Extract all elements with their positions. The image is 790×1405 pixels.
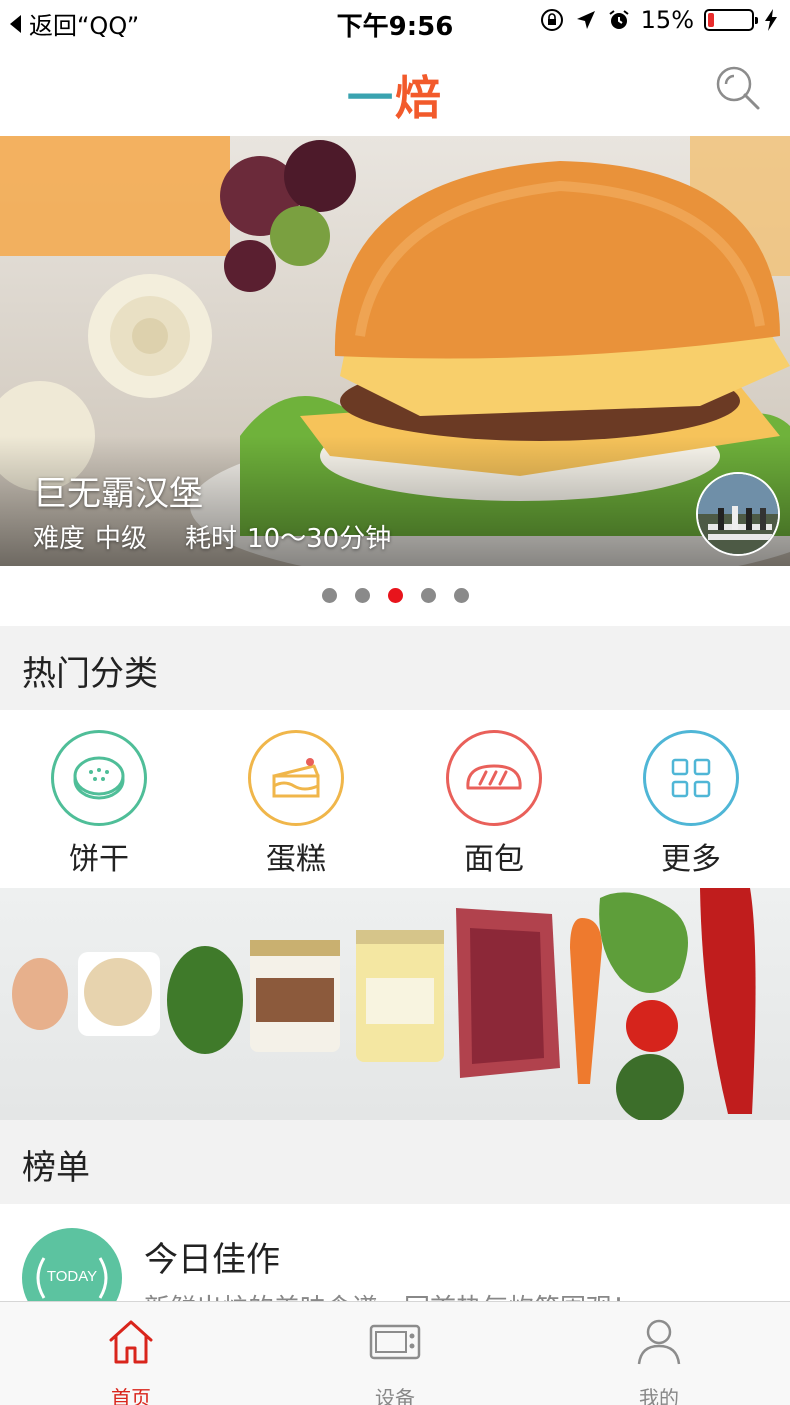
category-grid: 饼干 蛋糕 面包 更多 [0, 710, 790, 888]
category-label: 蛋糕 [266, 842, 326, 877]
category-label: 更多 [661, 842, 721, 877]
ranking-title: 今日佳作 [144, 1240, 280, 1280]
tab-label: 首页 [111, 1386, 151, 1405]
category-label: 饼干 [69, 842, 129, 877]
home-icon [109, 1320, 153, 1364]
rotation-lock-icon [540, 9, 563, 31]
category-cookie[interactable]: 饼干 [39, 730, 159, 878]
carousel-dot[interactable] [387, 588, 403, 603]
category-more[interactable]: 更多 [631, 730, 751, 878]
recipe-meta: 难度 中级 耗时 10～30分钟 [33, 518, 391, 555]
category-cake[interactable]: 蛋糕 [236, 730, 356, 878]
search-icon[interactable] [714, 64, 762, 112]
hero-banner[interactable]: 巨无霸汉堡 难度 中级 耗时 10～30分钟 [0, 136, 790, 566]
battery-level [708, 13, 714, 27]
section-title: 热门分类 [22, 654, 158, 694]
nav-bar: 一焙 [0, 44, 790, 136]
status-icons: 15% [539, 6, 778, 34]
tab-label: 我的 [639, 1386, 679, 1405]
tab-label: 设备 [375, 1386, 415, 1405]
logo-part2: 焙 [395, 71, 443, 125]
category-label: 面包 [464, 842, 524, 877]
section-title: 榜单 [22, 1148, 90, 1188]
charging-bolt-icon [765, 9, 777, 31]
cookie-icon [51, 730, 147, 826]
section-header-hot-categories: 热门分类 [0, 626, 790, 710]
alarm-icon [609, 10, 629, 29]
time-value: 10～30分钟 [247, 524, 392, 554]
tab-mine[interactable]: 我的 [594, 1316, 724, 1405]
user-icon [637, 1319, 681, 1365]
grid-icon [643, 730, 739, 826]
category-bread[interactable]: 面包 [434, 730, 554, 878]
battery-icon [704, 9, 758, 31]
carousel-dots [0, 588, 790, 603]
today-badge-label: TODAY [46, 1268, 98, 1285]
location-arrow-icon [576, 11, 595, 29]
tab-bar: 首页 设备 我的 [0, 1301, 790, 1405]
carousel-dot[interactable] [453, 588, 469, 603]
recipe-title: 巨无霸汉堡 [33, 474, 203, 514]
tab-device[interactable]: 设备 [330, 1316, 460, 1405]
bread-icon [446, 730, 542, 826]
author-avatar[interactable] [696, 472, 780, 556]
status-bar: 返回“QQ” 下午9:56 15% [0, 0, 790, 44]
app-screen: 返回“QQ” 下午9:56 15% 一焙 巨无霸汉堡 难度 中级 耗时 10～3… [0, 0, 790, 1405]
difficulty-value: 中级 [95, 524, 148, 554]
time-label: 耗时 [185, 524, 238, 554]
logo-part1: 一 [347, 71, 395, 125]
app-logo: 一焙 [0, 62, 790, 128]
ingredients-banner[interactable] [0, 888, 790, 1120]
section-header-ranking: 榜单 [0, 1120, 790, 1204]
avatar-photo [698, 474, 778, 554]
difficulty-label: 难度 [33, 524, 86, 554]
battery-percent: 15% [640, 6, 694, 34]
ingredients-photo [12, 888, 756, 1120]
carousel-dot[interactable] [420, 588, 436, 603]
carousel-dot[interactable] [354, 588, 370, 603]
carousel-dot[interactable] [321, 588, 337, 603]
cake-icon [248, 730, 344, 826]
tab-home[interactable]: 首页 [66, 1316, 196, 1405]
oven-icon [369, 1324, 421, 1360]
